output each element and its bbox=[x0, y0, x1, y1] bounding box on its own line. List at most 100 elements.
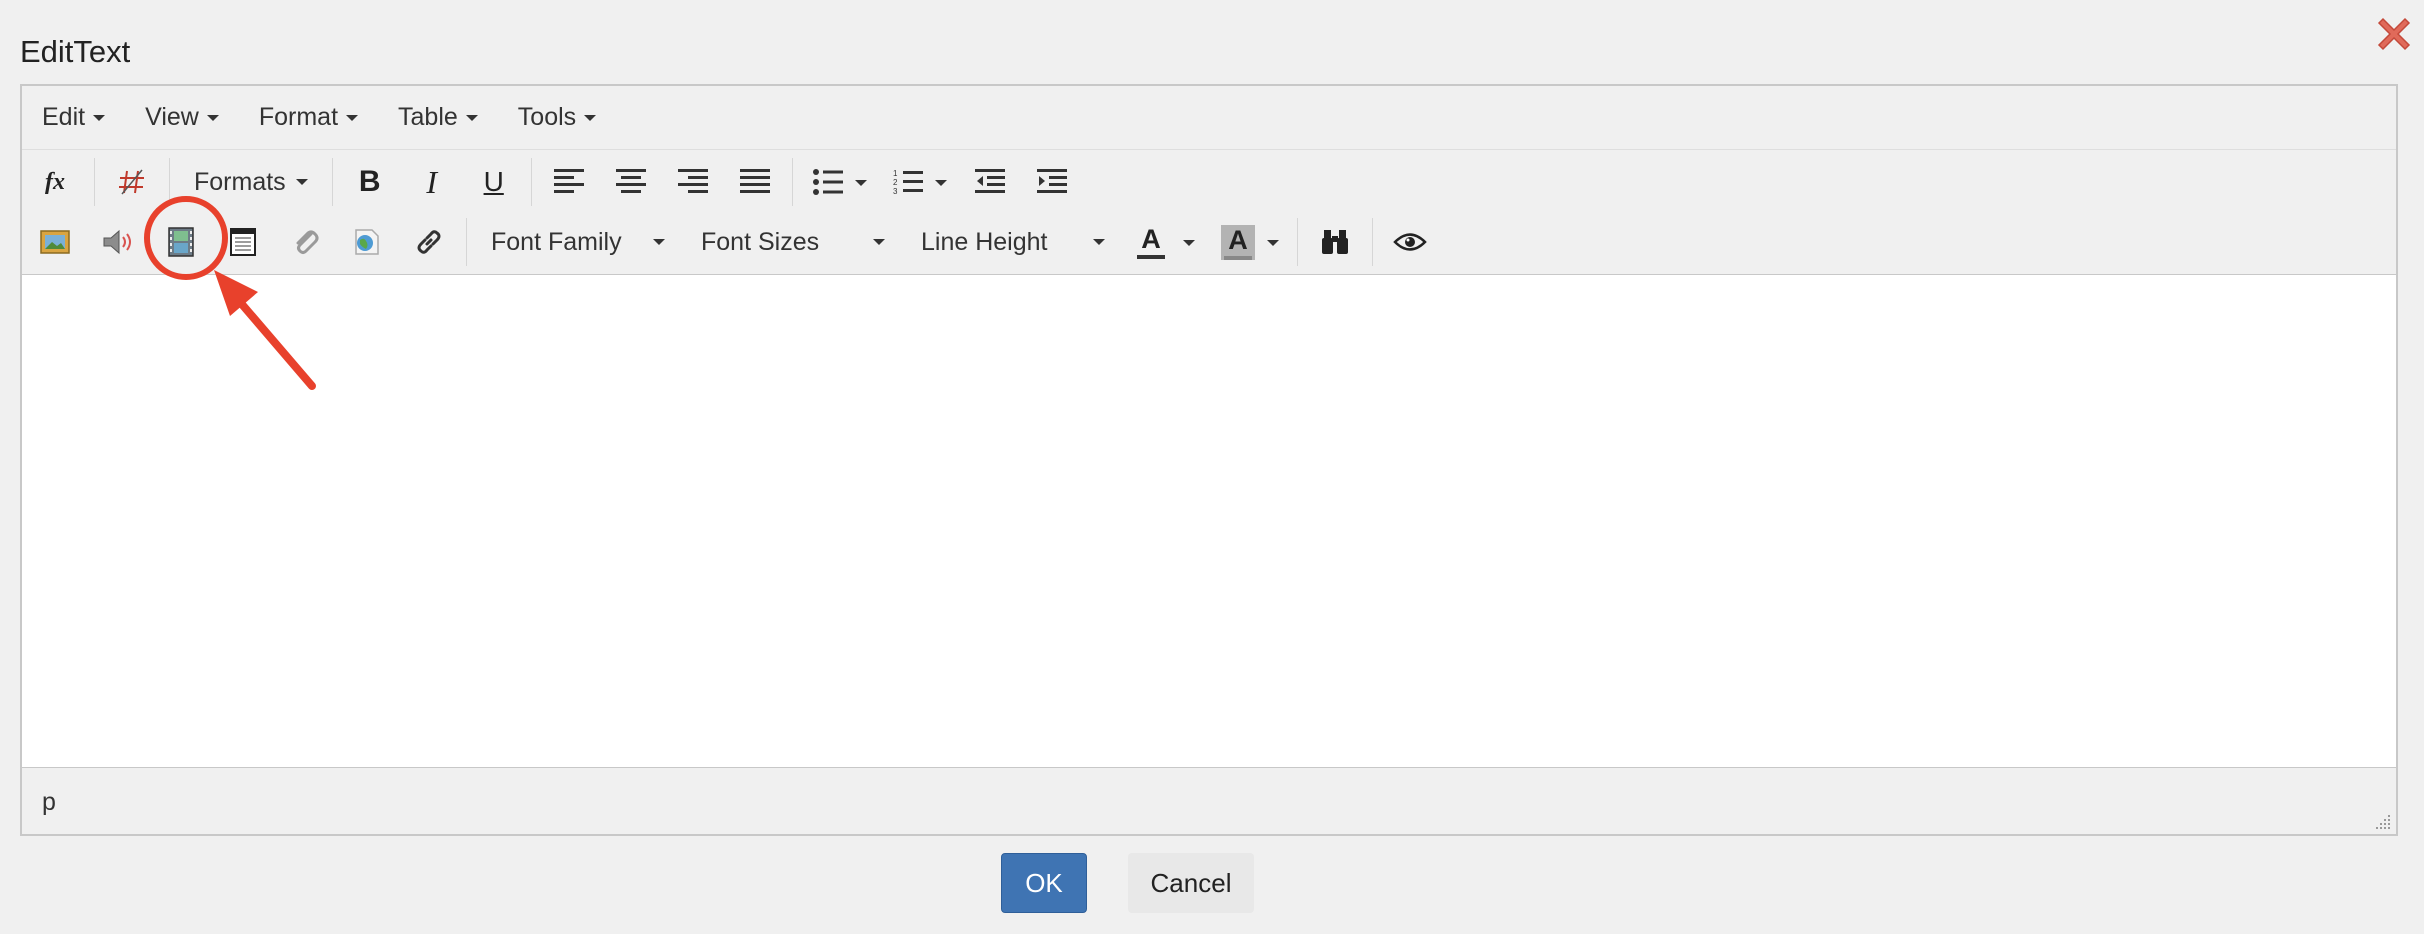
link-icon bbox=[417, 230, 441, 254]
formats-dropdown[interactable]: Formats bbox=[176, 156, 326, 208]
align-left-button[interactable] bbox=[538, 156, 600, 208]
menu-view[interactable]: View bbox=[125, 90, 239, 146]
italic-icon: I bbox=[426, 163, 438, 200]
chevron-down-icon bbox=[346, 114, 359, 121]
bold-icon: B bbox=[358, 165, 381, 198]
indent-button[interactable] bbox=[1021, 156, 1083, 208]
close-icon[interactable] bbox=[2373, 13, 2415, 55]
indent-icon bbox=[1036, 169, 1067, 193]
bold-button[interactable]: B bbox=[339, 156, 401, 208]
svg-text:3: 3 bbox=[893, 187, 898, 196]
clear-formatting-icon bbox=[119, 169, 144, 195]
formula-button[interactable]: fx bbox=[22, 156, 88, 208]
dialog-title: EditText bbox=[20, 34, 131, 69]
insert-audio-button[interactable] bbox=[88, 216, 150, 268]
insert-web-button[interactable] bbox=[336, 216, 398, 268]
chevron-down-icon bbox=[295, 179, 308, 185]
toolbar-row-2: Font Family Font Sizes Line Height A A bbox=[22, 213, 2396, 271]
toolbar-separator bbox=[791, 158, 793, 206]
toolbar-separator bbox=[1297, 218, 1298, 266]
chevron-down-icon bbox=[854, 180, 867, 186]
film-strip-icon bbox=[168, 227, 194, 257]
resize-handle-icon[interactable] bbox=[2374, 813, 2392, 831]
speaker-icon bbox=[103, 229, 131, 255]
text-color-icon: A bbox=[1141, 223, 1161, 254]
book-icon bbox=[230, 228, 256, 256]
font-family-dropdown[interactable]: Font Family bbox=[473, 216, 683, 268]
insert-attachment-button[interactable] bbox=[274, 216, 336, 268]
eye-icon bbox=[1393, 233, 1427, 251]
font-sizes-label: Font Sizes bbox=[701, 227, 820, 256]
chevron-down-icon bbox=[93, 114, 106, 121]
chevron-down-icon bbox=[653, 239, 665, 245]
numbered-list-icon: 123 bbox=[893, 169, 923, 196]
svg-text:2: 2 bbox=[893, 178, 898, 187]
menu-format-label: Format bbox=[258, 103, 339, 131]
toolbar-separator bbox=[94, 158, 95, 206]
chevron-down-icon bbox=[1183, 240, 1195, 246]
editor-menubar: Edit View Format Table Tools bbox=[22, 86, 2396, 150]
chevron-down-icon bbox=[934, 180, 947, 186]
align-right-button[interactable] bbox=[662, 156, 724, 208]
bullet-list-button[interactable] bbox=[799, 156, 879, 208]
line-height-label: Line Height bbox=[921, 227, 1048, 256]
rich-text-editor: Edit View Format Table Tools fx Formats … bbox=[20, 84, 2398, 836]
chevron-down-icon bbox=[873, 239, 885, 245]
editor-content-area[interactable] bbox=[22, 274, 2396, 768]
background-color-button[interactable]: A bbox=[1207, 216, 1291, 268]
insert-image-button[interactable] bbox=[22, 216, 88, 268]
element-path[interactable]: p bbox=[42, 788, 56, 817]
italic-button[interactable]: I bbox=[401, 156, 463, 208]
svg-text:1: 1 bbox=[893, 169, 898, 178]
font-sizes-dropdown[interactable]: Font Sizes bbox=[683, 216, 903, 268]
background-color-icon: A bbox=[1228, 224, 1248, 255]
chevron-down-icon bbox=[1267, 240, 1279, 246]
toolbar-separator bbox=[466, 218, 467, 266]
image-icon bbox=[40, 230, 70, 254]
paperclip-icon bbox=[296, 230, 319, 254]
underline-button[interactable]: U bbox=[463, 156, 525, 208]
preview-button[interactable] bbox=[1379, 216, 1441, 268]
ok-button[interactable]: OK bbox=[1001, 853, 1087, 913]
toolbar-separator bbox=[169, 158, 170, 206]
insert-document-button[interactable] bbox=[212, 216, 274, 268]
menu-view-label: View bbox=[145, 103, 199, 131]
binoculars-icon bbox=[1322, 230, 1348, 254]
align-justify-button[interactable] bbox=[724, 156, 786, 208]
align-center-icon bbox=[615, 169, 646, 193]
numbered-list-button[interactable]: 123 bbox=[879, 156, 959, 208]
chevron-down-icon bbox=[465, 114, 478, 121]
menu-table-label: Table bbox=[398, 103, 458, 131]
insert-video-button[interactable] bbox=[150, 216, 212, 268]
text-color-button[interactable]: A bbox=[1123, 216, 1207, 268]
menu-format[interactable]: Format bbox=[239, 90, 378, 146]
line-height-dropdown[interactable]: Line Height bbox=[903, 216, 1123, 268]
globe-page-icon bbox=[355, 229, 379, 255]
align-left-icon bbox=[553, 169, 584, 193]
font-family-label: Font Family bbox=[491, 227, 622, 256]
toolbar-separator bbox=[1372, 218, 1373, 266]
clear-formatting-button[interactable] bbox=[101, 156, 163, 208]
toolbar-separator bbox=[331, 158, 333, 206]
editor-statusbar: p bbox=[22, 769, 2396, 835]
align-justify-icon bbox=[739, 169, 770, 193]
toolbar-row-1: fx Formats B I U 1 2 3 bbox=[22, 153, 2396, 211]
insert-link-button[interactable] bbox=[398, 216, 460, 268]
find-replace-button[interactable] bbox=[1304, 216, 1366, 268]
menu-table[interactable]: Table bbox=[378, 90, 498, 146]
menu-edit-label: Edit bbox=[42, 103, 86, 131]
menu-edit[interactable]: Edit bbox=[22, 90, 125, 146]
chevron-down-icon bbox=[206, 114, 219, 121]
underline-icon: U bbox=[483, 166, 504, 197]
chevron-down-icon bbox=[1093, 239, 1105, 245]
chevron-down-icon bbox=[584, 114, 597, 121]
align-center-button[interactable] bbox=[600, 156, 662, 208]
toolbar-separator bbox=[530, 158, 532, 206]
formula-icon: fx bbox=[45, 168, 65, 195]
bullet-list-icon bbox=[812, 169, 843, 195]
outdent-button[interactable] bbox=[959, 156, 1021, 208]
align-right-icon bbox=[677, 169, 708, 193]
cancel-button[interactable]: Cancel bbox=[1128, 853, 1254, 913]
menu-tools[interactable]: Tools bbox=[498, 90, 616, 146]
background-color-swatch bbox=[1224, 255, 1252, 260]
